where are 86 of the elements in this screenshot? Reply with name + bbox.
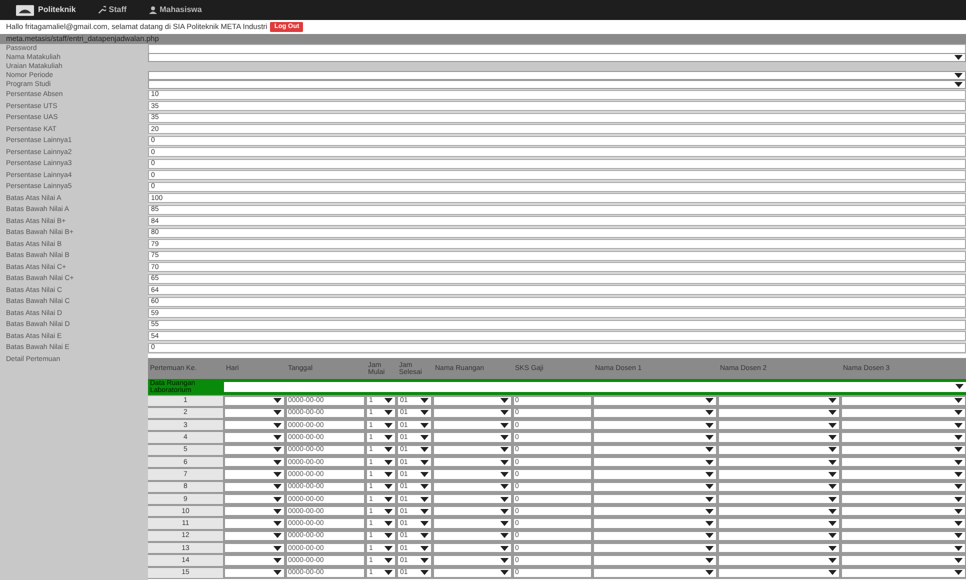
lecturer-select[interactable] — [593, 444, 717, 455]
lecturer-select[interactable] — [718, 543, 840, 554]
lecturer-select[interactable] — [718, 530, 840, 542]
lecturer-select[interactable] — [841, 543, 966, 554]
lecturer-select[interactable] — [718, 396, 840, 406]
day-select[interactable] — [224, 396, 285, 406]
room-select[interactable] — [433, 432, 512, 443]
lecturer-select[interactable] — [718, 555, 840, 566]
lecturer-select[interactable] — [718, 469, 840, 480]
lecturer-select[interactable] — [841, 469, 966, 480]
text-field[interactable] — [148, 44, 966, 54]
lecturer-select[interactable] — [593, 518, 717, 529]
lecturer-select[interactable] — [841, 555, 966, 566]
select-field[interactable] — [148, 71, 966, 80]
lecturer-select[interactable] — [593, 568, 717, 578]
lecturer-select[interactable] — [718, 518, 840, 529]
day-select[interactable] — [224, 469, 285, 480]
lecturer-select[interactable] — [841, 432, 966, 443]
room-select[interactable] — [433, 469, 512, 480]
logo-icon — [16, 4, 34, 16]
lecturer-select[interactable] — [841, 396, 966, 406]
lecturer-select[interactable] — [593, 456, 717, 468]
day-select[interactable] — [224, 420, 285, 430]
lecturer-select[interactable] — [841, 444, 966, 455]
select-field[interactable] — [148, 80, 966, 89]
day-select[interactable] — [224, 482, 285, 492]
day-select[interactable] — [224, 494, 285, 504]
room-select[interactable] — [433, 444, 512, 455]
room-select[interactable] — [433, 543, 512, 554]
lecturer-select[interactable] — [718, 420, 840, 430]
lecturer-select[interactable] — [718, 568, 840, 578]
lecturer-select[interactable] — [593, 432, 717, 443]
day-select[interactable] — [224, 568, 285, 578]
lecturer-select[interactable] — [718, 456, 840, 468]
room-select[interactable] — [433, 482, 512, 492]
room-select[interactable] — [433, 555, 512, 566]
user-icon — [148, 6, 157, 14]
dropdown-arrow-icon — [954, 55, 963, 60]
lecturer-select[interactable] — [841, 568, 966, 578]
lecturer-select[interactable] — [593, 494, 717, 504]
room-select[interactable] — [433, 396, 512, 406]
lecturer-select[interactable] — [593, 555, 717, 566]
lecturer-select[interactable] — [718, 444, 840, 455]
nav-link[interactable]: Staff — [108, 4, 127, 16]
lecturer-select[interactable] — [593, 408, 717, 418]
lecturer-select[interactable] — [593, 482, 717, 492]
lecturer-select[interactable] — [718, 482, 840, 492]
brand-link[interactable]: Politeknik — [38, 4, 76, 16]
lecturer-select[interactable] — [593, 543, 717, 554]
lecturer-select[interactable] — [841, 518, 966, 529]
lecturer-select[interactable] — [593, 469, 717, 480]
lecturer-select[interactable] — [841, 530, 966, 542]
lecturer-select[interactable] — [593, 530, 717, 542]
nav-link[interactable]: Mahasiswa — [160, 4, 202, 16]
day-select[interactable] — [224, 518, 285, 529]
lecturer-select[interactable] — [593, 396, 717, 406]
day-select[interactable] — [224, 506, 285, 516]
room-select[interactable] — [433, 568, 512, 578]
lecturer-select[interactable] — [841, 420, 966, 430]
lecturer-select[interactable] — [718, 494, 840, 504]
day-select[interactable] — [224, 530, 285, 542]
lecturer-select[interactable] — [841, 494, 966, 504]
lecturer-select[interactable] — [841, 482, 966, 492]
lecturer-select[interactable] — [718, 408, 840, 418]
lecturer-select[interactable] — [718, 506, 840, 516]
room-select[interactable] — [433, 408, 512, 418]
room-select[interactable] — [433, 506, 512, 516]
group-select[interactable] — [224, 382, 966, 392]
day-select[interactable] — [224, 408, 285, 418]
lecturer-select[interactable] — [593, 506, 717, 516]
day-select[interactable] — [224, 444, 285, 455]
room-select[interactable] — [433, 456, 512, 468]
room-select[interactable] — [433, 420, 512, 430]
day-select[interactable] — [224, 543, 285, 554]
room-select[interactable] — [433, 518, 512, 529]
day-select[interactable] — [224, 432, 285, 443]
lecturer-select[interactable] — [841, 408, 966, 418]
day-select[interactable] — [224, 555, 285, 566]
lecturer-select[interactable] — [841, 506, 966, 516]
lecturer-select[interactable] — [593, 420, 717, 430]
room-select[interactable] — [433, 530, 512, 542]
wrench-icon — [98, 6, 106, 14]
day-select[interactable] — [224, 456, 285, 468]
lecturer-select[interactable] — [718, 432, 840, 443]
lecturer-select[interactable] — [841, 456, 966, 468]
room-select[interactable] — [433, 494, 512, 504]
